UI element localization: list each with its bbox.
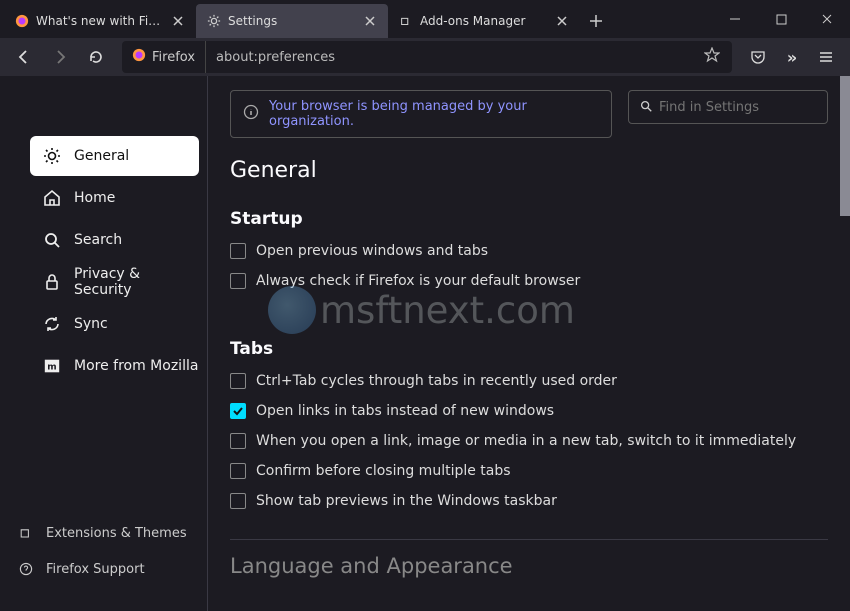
window-controls — [712, 0, 850, 38]
checkbox-label: Show tab previews in the Windows taskbar — [256, 493, 557, 509]
search-icon — [639, 98, 653, 117]
close-icon[interactable] — [362, 13, 378, 29]
switch-new-tab-checkbox[interactable]: When you open a link, image or media in … — [230, 433, 828, 449]
sidebar-item-label: Privacy & Security — [74, 266, 199, 298]
checkbox-icon — [230, 433, 246, 449]
nav-toolbar: Firefox about:preferences » — [0, 38, 850, 76]
new-tab-button[interactable] — [580, 4, 612, 38]
sidebar-item-sync[interactable]: Sync — [30, 304, 207, 344]
checkbox-label: Open links in tabs instead of new window… — [256, 403, 554, 419]
sidebar-item-more-mozilla[interactable]: m More from Mozilla — [30, 346, 207, 386]
checkbox-label: Ctrl+Tab cycles through tabs in recently… — [256, 373, 617, 389]
app-menu-button[interactable] — [810, 41, 842, 73]
ctrl-tab-cycles-checkbox[interactable]: Ctrl+Tab cycles through tabs in recently… — [230, 373, 828, 389]
reload-button[interactable] — [80, 41, 112, 73]
firefox-icon — [132, 48, 146, 66]
managed-notice: Your browser is being managed by your or… — [230, 90, 612, 138]
tab-label: Add-ons Manager — [420, 14, 548, 28]
firefox-icon — [14, 13, 30, 29]
checkbox-icon — [230, 463, 246, 479]
tab-label: What's new with Firefox - More — [36, 14, 164, 28]
footer-link-label: Firefox Support — [46, 562, 145, 577]
startup-section: Startup Open previous windows and tabs A… — [230, 209, 828, 289]
mozilla-icon: m — [42, 356, 62, 376]
checkbox-icon — [230, 273, 246, 289]
maximize-button[interactable] — [758, 0, 804, 38]
lock-icon — [42, 272, 62, 292]
open-previous-windows-checkbox[interactable]: Open previous windows and tabs — [230, 243, 828, 259]
firefox-support-link[interactable]: Firefox Support — [12, 551, 195, 587]
home-icon — [42, 188, 62, 208]
forward-button[interactable] — [44, 41, 76, 73]
sidebar-item-label: General — [74, 148, 129, 164]
browser-tabs: What's new with Firefox - More Settings … — [4, 0, 712, 38]
help-icon — [16, 559, 36, 579]
checkbox-label: When you open a link, image or media in … — [256, 433, 796, 449]
bookmark-star-icon[interactable] — [704, 47, 720, 67]
tabs-section: Tabs Ctrl+Tab cycles through tabs in rec… — [230, 339, 828, 509]
gear-icon — [206, 13, 222, 29]
checkbox-label: Confirm before closing multiple tabs — [256, 463, 511, 479]
checkbox-icon — [230, 403, 246, 419]
overflow-menu[interactable]: » — [778, 41, 806, 73]
sidebar-item-privacy[interactable]: Privacy & Security — [30, 262, 207, 302]
close-icon[interactable] — [554, 13, 570, 29]
puzzle-icon — [398, 13, 414, 29]
search-input[interactable] — [659, 100, 817, 115]
section-heading: Startup — [230, 209, 828, 229]
page-heading: General — [230, 158, 828, 183]
pocket-icon[interactable] — [742, 41, 774, 73]
sidebar-item-label: Search — [74, 232, 122, 248]
show-tab-previews-checkbox[interactable]: Show tab previews in the Windows taskbar — [230, 493, 828, 509]
titlebar: What's new with Firefox - More Settings … — [0, 0, 850, 38]
open-links-in-tabs-checkbox[interactable]: Open links in tabs instead of new window… — [230, 403, 828, 419]
browser-tab-3[interactable]: Add-ons Manager — [388, 4, 580, 38]
checkbox-icon — [230, 373, 246, 389]
checkbox-icon — [230, 493, 246, 509]
sync-icon — [42, 314, 62, 334]
url-origin-label: Firefox — [152, 50, 195, 65]
close-window-button[interactable] — [804, 0, 850, 38]
sidebar-item-general[interactable]: General — [30, 136, 199, 176]
close-icon[interactable] — [170, 13, 186, 29]
back-button[interactable] — [8, 41, 40, 73]
scrollbar-thumb[interactable] — [840, 76, 850, 216]
settings-sidebar: General Home Search Privacy & Security S… — [0, 76, 208, 611]
managed-notice-text[interactable]: Your browser is being managed by your or… — [269, 99, 599, 129]
section-heading: Tabs — [230, 339, 828, 359]
sidebar-item-home[interactable]: Home — [30, 178, 207, 218]
checkbox-label: Open previous windows and tabs — [256, 243, 488, 259]
checkbox-icon — [230, 243, 246, 259]
content-area: General Home Search Privacy & Security S… — [0, 76, 850, 611]
checkbox-label: Always check if Firefox is your default … — [256, 273, 580, 289]
url-bar[interactable]: Firefox about:preferences — [122, 41, 732, 73]
language-appearance-heading: Language and Appearance — [230, 554, 828, 578]
gear-icon — [42, 146, 62, 166]
browser-tab-2[interactable]: Settings — [196, 4, 388, 38]
sidebar-item-label: Sync — [74, 316, 108, 332]
find-in-settings[interactable] — [628, 90, 828, 124]
search-icon — [42, 230, 62, 250]
extensions-themes-link[interactable]: Extensions & Themes — [12, 515, 195, 551]
puzzle-icon — [16, 523, 36, 543]
sidebar-item-search[interactable]: Search — [30, 220, 207, 260]
info-icon — [243, 104, 259, 124]
minimize-button[interactable] — [712, 0, 758, 38]
settings-main: msftnext.com Your browser is being manag… — [208, 76, 850, 611]
always-check-default-checkbox[interactable]: Always check if Firefox is your default … — [230, 273, 828, 289]
sidebar-item-label: Home — [74, 190, 115, 206]
tab-label: Settings — [228, 14, 356, 28]
confirm-close-tabs-checkbox[interactable]: Confirm before closing multiple tabs — [230, 463, 828, 479]
watermark: msftnext.com — [268, 286, 575, 334]
svg-text:m: m — [47, 363, 56, 373]
sidebar-item-label: More from Mozilla — [74, 358, 198, 374]
footer-link-label: Extensions & Themes — [46, 526, 187, 541]
browser-tab-1[interactable]: What's new with Firefox - More — [4, 4, 196, 38]
url-text: about:preferences — [206, 50, 704, 65]
url-origin: Firefox — [122, 41, 206, 73]
